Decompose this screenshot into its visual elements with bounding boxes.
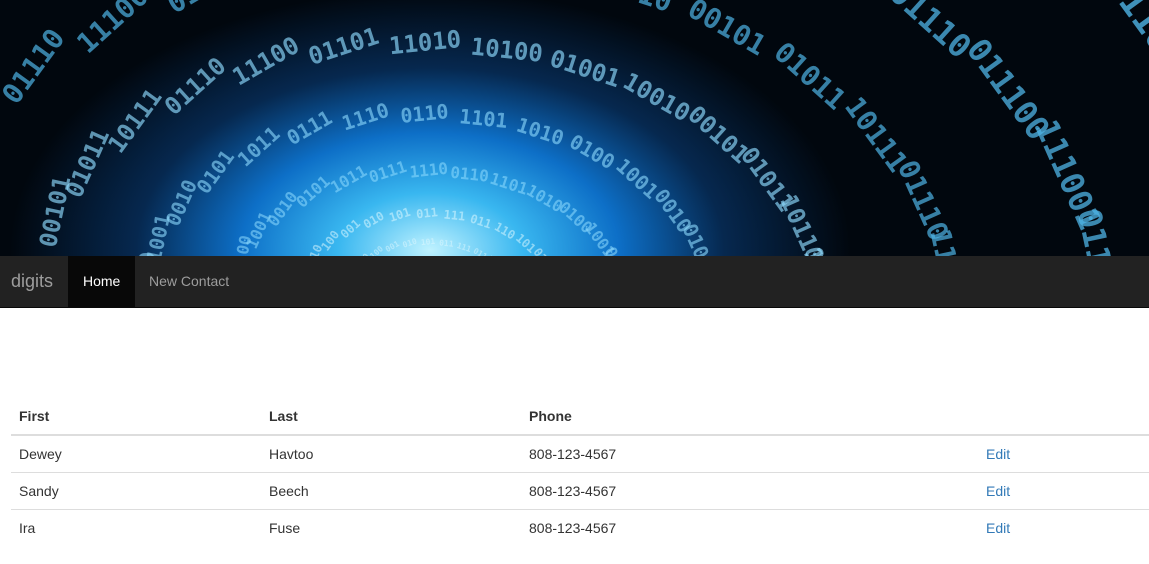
- header-phone: Phone: [521, 398, 978, 436]
- nav-home[interactable]: Home: [68, 256, 136, 307]
- table-header-row: First Last Phone: [11, 398, 1149, 436]
- svg-text:1101: 1101: [458, 104, 508, 133]
- svg-text:101: 101: [420, 237, 435, 247]
- svg-text:011010: 011010: [1070, 205, 1131, 256]
- svg-text:1010: 1010: [514, 113, 567, 151]
- svg-text:01110: 01110: [159, 52, 231, 121]
- svg-text:011: 011: [468, 212, 493, 232]
- svg-text:00101: 00101: [682, 0, 772, 62]
- cell-first: Ira: [19, 520, 36, 536]
- svg-text:0101: 0101: [292, 172, 333, 212]
- svg-text:111001: 111001: [1097, 0, 1149, 94]
- cell-phone: 808-123-4567: [521, 435, 978, 473]
- svg-text:011: 011: [472, 246, 489, 256]
- svg-text:11100: 11100: [923, 226, 973, 256]
- svg-text:1110: 1110: [409, 159, 449, 182]
- svg-text:111: 111: [443, 207, 466, 223]
- nav-new-contact[interactable]: New Contact: [134, 256, 244, 307]
- svg-text:101: 101: [387, 205, 412, 225]
- svg-text:01110: 01110: [0, 23, 71, 111]
- contacts-table: First Last Phone Dewey Havtoo 808-123-45…: [11, 398, 1149, 546]
- header-actions: [978, 398, 1149, 436]
- cell-last: Fuse: [269, 520, 301, 536]
- edit-link[interactable]: Edit: [986, 446, 1010, 462]
- cell-first: Dewey: [11, 435, 261, 473]
- svg-text:011: 011: [416, 205, 439, 221]
- svg-text:1011: 1011: [327, 161, 370, 197]
- svg-text:10100: 10100: [469, 33, 544, 68]
- cell-last: Havtoo: [261, 435, 521, 473]
- banner-image: 0111101010010011010101001001001011010101…: [0, 0, 1149, 256]
- edit-link[interactable]: Edit: [986, 520, 1010, 536]
- svg-text:0110: 0110: [399, 99, 449, 128]
- cell-last: Beech: [261, 472, 521, 510]
- svg-text:0100: 0100: [565, 129, 619, 174]
- svg-text:01101: 01101: [305, 22, 382, 71]
- svg-text:11010: 11010: [388, 25, 463, 60]
- svg-text:0111: 0111: [283, 105, 337, 150]
- svg-text:10111: 10111: [103, 83, 168, 158]
- svg-text:0110: 0110: [449, 163, 489, 186]
- svg-text:001: 001: [384, 239, 401, 254]
- svg-text:11100: 11100: [228, 31, 305, 91]
- svg-text:001: 001: [338, 216, 363, 241]
- binary-tunnel-graphic: 0111101010010011010101001001001011010101…: [0, 0, 1149, 256]
- cell-first: Sandy: [11, 472, 261, 510]
- navbar: digits Home New Contact: [0, 256, 1149, 308]
- svg-text:1011: 1011: [233, 121, 285, 171]
- table-row: Sandy Beech 808-123-4567 Edit: [11, 472, 1149, 510]
- header-first: First: [11, 398, 261, 436]
- svg-text:010: 010: [361, 209, 387, 232]
- svg-text:111: 111: [456, 241, 473, 254]
- svg-text:11100: 11100: [70, 0, 155, 60]
- table-row: Dewey Havtoo 808-123-4567 Edit: [11, 435, 1149, 473]
- cell-phone: 808-123-4567: [529, 520, 617, 536]
- svg-text:01001: 01001: [546, 44, 623, 93]
- svg-text:010: 010: [402, 237, 419, 250]
- svg-text:100: 100: [368, 244, 385, 256]
- table-row: Ira Fuse 808-123-4567 Edit: [11, 510, 1149, 547]
- svg-text:10010: 10010: [586, 0, 676, 19]
- navbar-brand[interactable]: digits: [0, 256, 64, 307]
- header-last: Last: [261, 398, 521, 436]
- edit-link[interactable]: Edit: [986, 483, 1010, 499]
- svg-text:1110: 1110: [339, 98, 392, 136]
- cell-phone: 808-123-4567: [521, 472, 978, 510]
- svg-text:011: 011: [439, 238, 454, 248]
- svg-text:0111: 0111: [366, 157, 409, 187]
- svg-text:01011: 01011: [768, 35, 853, 116]
- svg-text:01101: 01101: [161, 0, 251, 20]
